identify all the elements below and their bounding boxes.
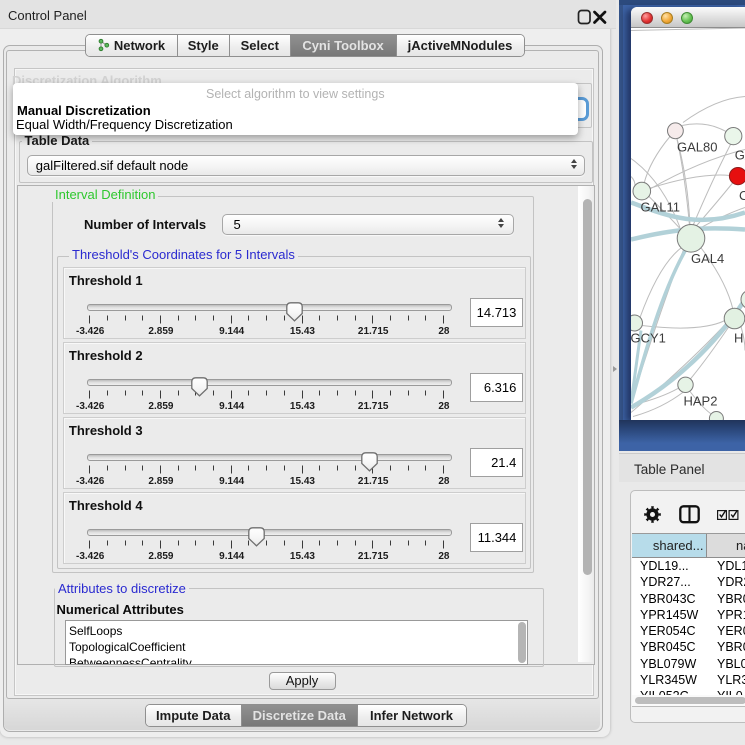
- svg-text:C: C: [739, 187, 745, 202]
- svg-text:HAP2: HAP2: [684, 393, 718, 408]
- svg-text:GAL4: GAL4: [691, 250, 724, 265]
- svg-text:GA: GA: [735, 147, 745, 162]
- svg-text:GAL11: GAL11: [641, 199, 680, 214]
- svg-text:H: H: [734, 330, 743, 345]
- svg-text:GAL80: GAL80: [677, 139, 717, 154]
- svg-text:GCY1: GCY1: [631, 330, 666, 345]
